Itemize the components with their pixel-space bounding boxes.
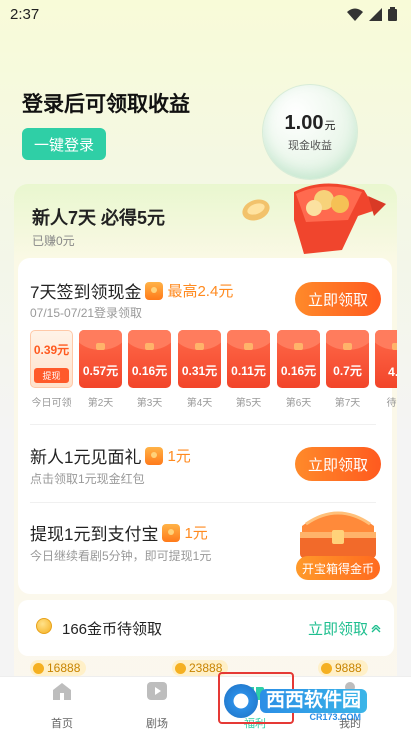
withdraw-tag: 提现	[34, 368, 69, 383]
newcomer-subtitle: 点击领取1元现金红包	[30, 472, 145, 486]
status-icons	[347, 7, 397, 21]
watermark-text: 西西软件园 CR173.COM	[260, 689, 368, 722]
checkin-title: 7天签到领现金 最高2.4元	[30, 278, 233, 303]
divider	[30, 424, 376, 425]
red-packet-icon	[145, 446, 164, 465]
divider	[30, 502, 376, 503]
coins-pending-text: 166金币待领取	[62, 621, 163, 638]
coin-chip: 9888	[318, 660, 368, 676]
promo-title: 新人7天 必得5元	[32, 208, 166, 228]
checkin-day-strip: 0.39元 提现 今日可领 0.57元 第2天 0.16元 第3天 0.31元 …	[30, 330, 397, 410]
status-time: 2:37	[10, 5, 40, 23]
alipay-reward: 1元	[184, 525, 208, 542]
chevron-up-icon	[371, 624, 381, 632]
watermark: 西西软件园 CR173.COM	[224, 682, 392, 722]
checkin-max-reward: 最高2.4元	[167, 283, 234, 300]
promo-earned: 已赚0元	[32, 234, 75, 248]
coins-claim-link[interactable]: 立即领取	[308, 618, 381, 639]
watermark-logo-icon	[224, 684, 258, 718]
red-envelope-gift-icon	[242, 183, 386, 254]
open-chest-button[interactable]: 开宝箱得金币	[296, 556, 380, 580]
tab-home[interactable]: 首页	[32, 681, 92, 731]
cash-label: 现金收益	[288, 139, 332, 152]
checkin-day-5[interactable]: 0.11元 第5天	[227, 330, 270, 409]
checkin-day-4[interactable]: 0.31元 第4天	[178, 330, 221, 409]
checkin-day-3[interactable]: 0.16元 第3天	[128, 330, 171, 409]
newcomer-claim-button[interactable]: 立即领取	[295, 447, 381, 481]
cash-amount: 1.00元	[284, 111, 336, 134]
newcomer-reward: 1元	[167, 448, 191, 465]
tab-theater[interactable]: 剧场	[127, 681, 187, 731]
checkin-claim-button[interactable]: 立即领取	[295, 282, 381, 316]
status-bar: 2:37	[0, 0, 411, 28]
checkin-day-1[interactable]: 0.39元 提现 今日可领	[30, 330, 73, 409]
checkin-day-8[interactable]: 4.7 待开	[375, 330, 397, 409]
home-icon	[53, 683, 71, 700]
play-icon	[147, 682, 167, 700]
wifi-icon	[347, 8, 363, 21]
coin-icon	[36, 618, 52, 634]
checkin-day-6[interactable]: 0.16元 第6天	[277, 330, 320, 409]
red-packet-icon	[162, 523, 181, 542]
alipay-title: 提现1元到支付宝 1元	[30, 520, 208, 545]
one-click-login-button[interactable]: 一键登录	[22, 128, 106, 160]
red-packet-icon	[145, 281, 164, 300]
coin-chip: 16888	[30, 660, 87, 676]
signal-icon	[369, 7, 382, 21]
alipay-subtitle: 今日继续看剧5分钟，即可提现1元	[30, 549, 212, 563]
battery-icon	[388, 7, 397, 21]
treasure-chest-icon[interactable]	[296, 504, 380, 560]
newcomer-title: 新人1元见面礼 1元	[30, 443, 191, 468]
checkin-day-7[interactable]: 0.7元 第7天	[326, 330, 369, 409]
hero-title: 登录后可领取收益	[22, 93, 190, 116]
checkin-date-range: 07/15-07/21登录领取	[30, 306, 143, 320]
checkin-day-2[interactable]: 0.57元 第2天	[79, 330, 122, 409]
cash-earnings-bubble[interactable]: 1.00元 现金收益	[262, 84, 358, 180]
